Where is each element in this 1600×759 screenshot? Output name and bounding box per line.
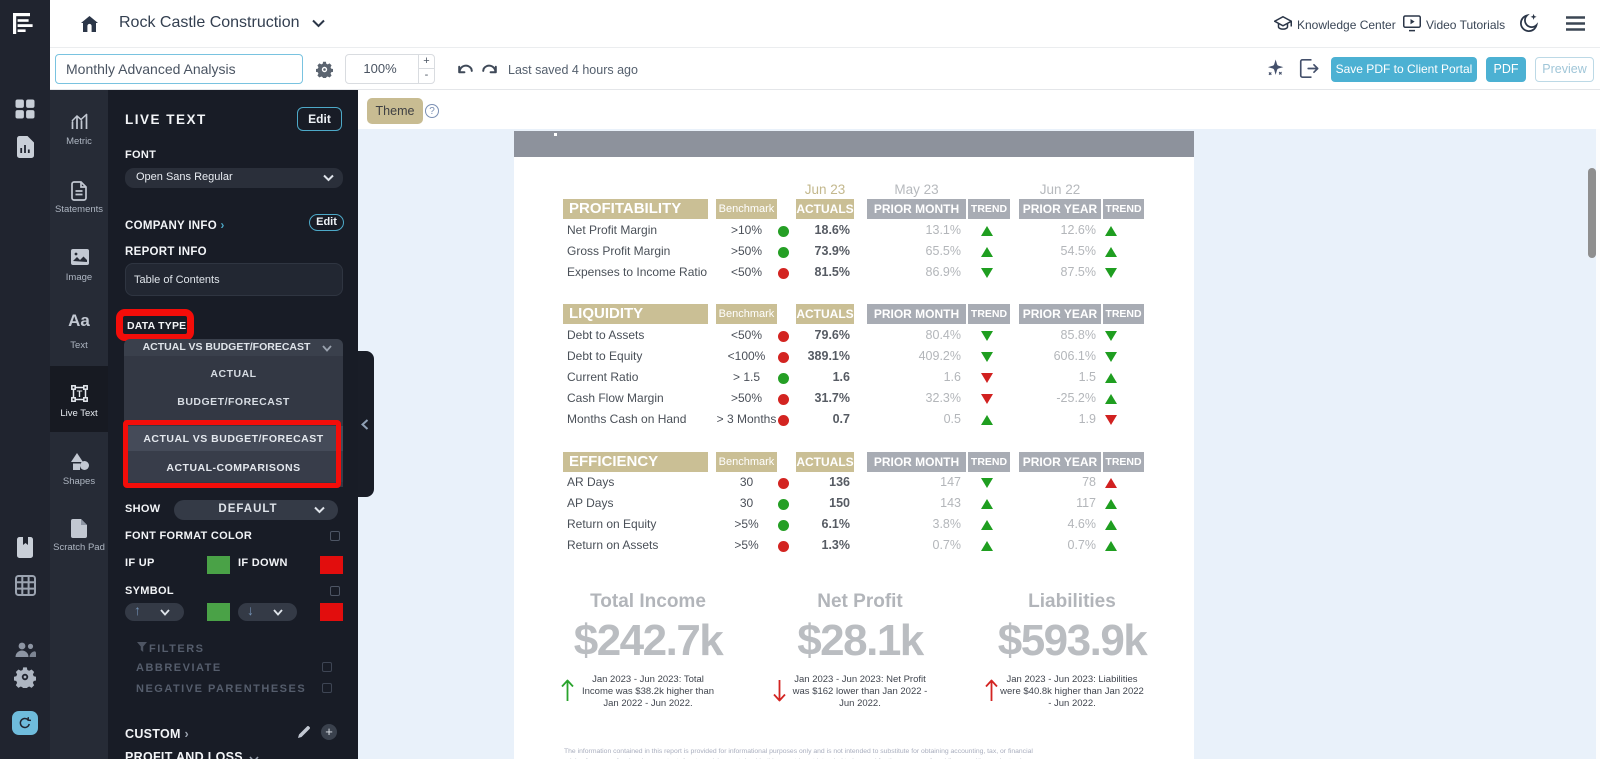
svg-text:T: T [77, 389, 83, 399]
